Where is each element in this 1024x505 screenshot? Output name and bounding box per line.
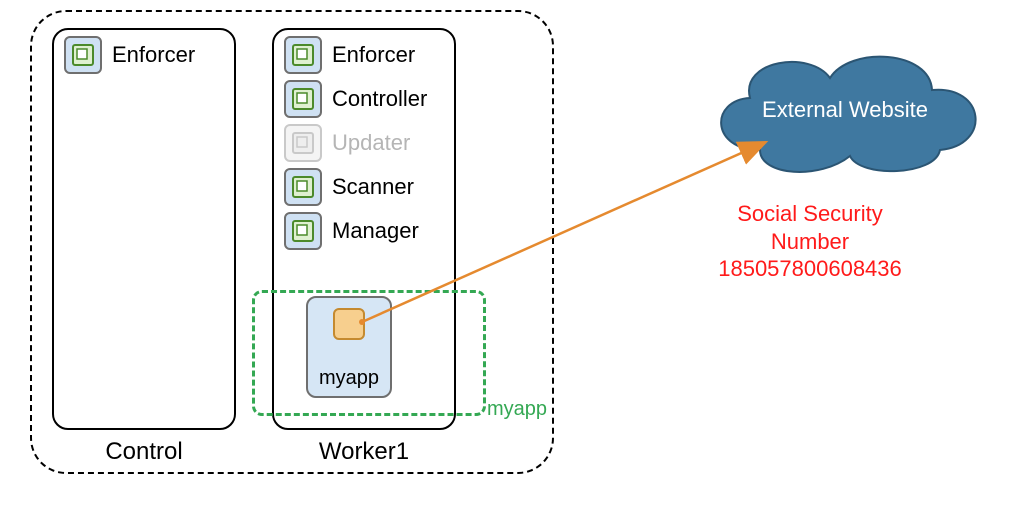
component-enforcer: Enforcer — [284, 36, 444, 74]
external-website-cloud: External Website — [700, 40, 990, 180]
component-controller: Controller — [284, 80, 444, 118]
container-icon — [284, 80, 322, 118]
component-enforcer: Enforcer — [64, 36, 224, 74]
annotation-line1: Social Security — [680, 200, 940, 228]
component-label: Controller — [332, 86, 427, 112]
component-updater: Updater — [284, 124, 444, 162]
container-icon — [284, 212, 322, 250]
container-icon — [284, 168, 322, 206]
diagram-canvas: { "cluster": { "label": "" }, "nodes": {… — [0, 0, 1024, 505]
app-icon — [333, 308, 365, 340]
container-icon — [284, 36, 322, 74]
component-manager: Manager — [284, 212, 444, 250]
myapp-label: myapp — [308, 367, 390, 390]
node-label-control: Control — [54, 438, 234, 466]
node-control: Enforcer Control — [52, 28, 236, 430]
component-label: Enforcer — [112, 42, 195, 68]
annotation-line2: Number — [680, 228, 940, 256]
annotation-line3: 185057800608436 — [680, 255, 940, 283]
component-label: Enforcer — [332, 42, 415, 68]
component-label: Updater — [332, 130, 410, 156]
component-label: Scanner — [332, 174, 414, 200]
component-scanner: Scanner — [284, 168, 444, 206]
node-label-worker1: Worker1 — [274, 438, 454, 466]
myapp-group-label: myapp — [487, 398, 547, 421]
container-icon — [64, 36, 102, 74]
component-label: Manager — [332, 218, 419, 244]
container-icon — [284, 124, 322, 162]
dlp-annotation: Social Security Number 185057800608436 — [680, 200, 940, 283]
myapp-container: myapp — [306, 296, 392, 398]
cloud-label: External Website — [700, 40, 990, 180]
